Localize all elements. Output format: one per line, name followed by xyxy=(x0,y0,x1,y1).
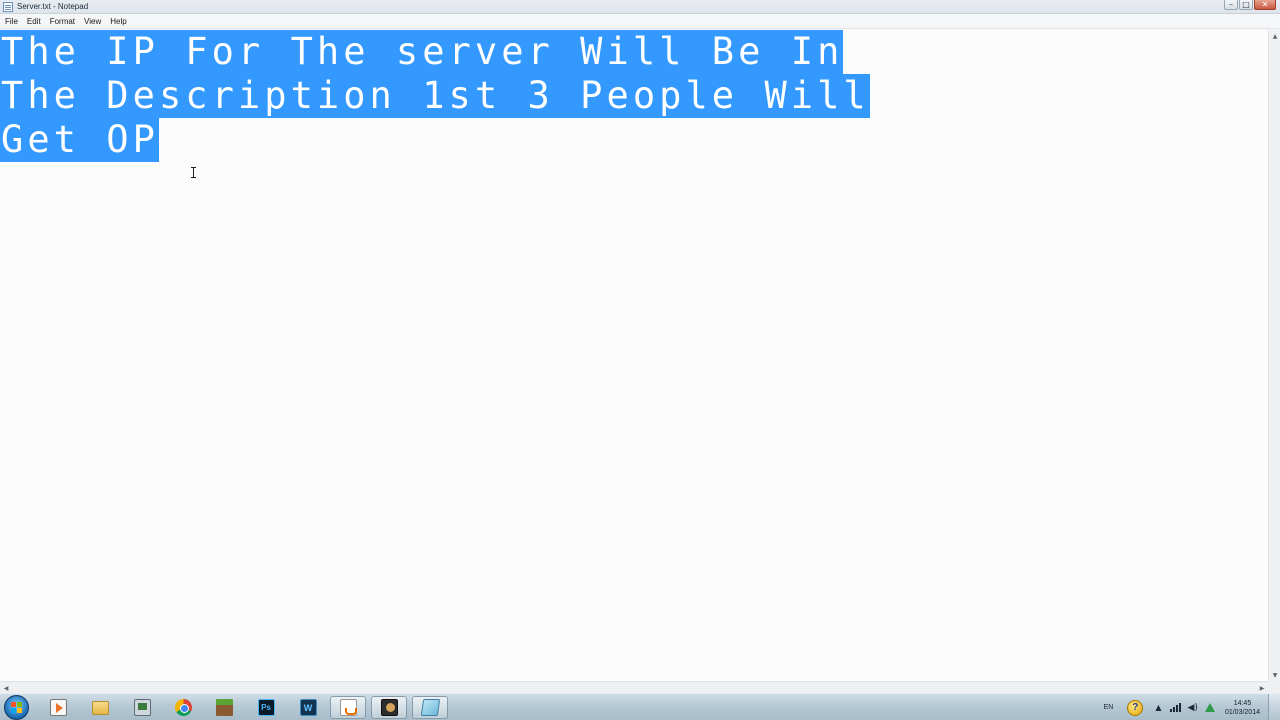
app-icon: W xyxy=(299,699,317,716)
notepad-window-icon[interactable] xyxy=(3,1,13,12)
editor-line-1[interactable]: The IP For The server Will Be In xyxy=(0,30,844,74)
taskbar-photoshop[interactable]: Ps xyxy=(248,696,284,719)
menu-format[interactable]: Format xyxy=(47,14,78,29)
dark-app-icon xyxy=(380,699,398,716)
title-bar[interactable]: Server.txt - Notepad – □ ✕ xyxy=(0,0,1280,14)
clock-date: 01/03/2014 xyxy=(1224,708,1260,716)
network-signal-icon[interactable] xyxy=(1169,703,1181,712)
menu-bar: File Edit Format View Help xyxy=(0,14,1280,29)
help-icon[interactable]: ? xyxy=(1127,699,1144,716)
system-tray: EN ? ▲ ◀) 14:45 01/03/2014 xyxy=(1104,694,1280,720)
scrollbar-corner xyxy=(1268,681,1280,693)
show-hidden-icons-chevron-icon[interactable]: ▲ xyxy=(1155,703,1161,712)
taskbar-minecraft[interactable] xyxy=(206,696,242,719)
horizontal-scrollbar[interactable]: ◀ ▶ xyxy=(0,681,1268,693)
menu-file[interactable]: File xyxy=(2,14,21,29)
maximize-button[interactable]: □ xyxy=(1239,0,1253,10)
notepad-icon xyxy=(420,699,440,716)
chrome-icon xyxy=(174,699,192,716)
editor-line-3[interactable]: Get OP xyxy=(0,118,159,162)
scroll-down-arrow-icon[interactable]: ▼ xyxy=(1269,669,1280,681)
taskbar-dark-app[interactable] xyxy=(371,696,407,719)
scroll-up-arrow-icon[interactable]: ▲ xyxy=(1269,30,1280,42)
taskbar-chrome[interactable] xyxy=(165,696,201,719)
google-drive-icon[interactable] xyxy=(1204,703,1215,712)
text-cursor-icon xyxy=(191,167,196,178)
menu-view[interactable]: View xyxy=(81,14,104,29)
show-desktop-button[interactable] xyxy=(1268,694,1280,720)
task-manager-icon xyxy=(133,699,151,716)
windows-media-player-icon xyxy=(49,699,67,716)
menu-help[interactable]: Help xyxy=(107,14,129,29)
vertical-scrollbar[interactable]: ▲ ▼ xyxy=(1268,30,1280,681)
minimize-button[interactable]: – xyxy=(1224,0,1238,10)
close-button[interactable]: ✕ xyxy=(1254,0,1276,10)
taskbar-notepad[interactable] xyxy=(412,696,448,719)
taskbar-java[interactable] xyxy=(330,696,366,719)
file-explorer-icon xyxy=(91,700,109,715)
java-icon xyxy=(339,699,357,716)
menu-edit[interactable]: Edit xyxy=(24,14,44,29)
clock[interactable]: 14:45 01/03/2014 xyxy=(1225,699,1260,717)
taskbar-file-explorer[interactable] xyxy=(82,696,118,719)
taskbar-windows-media-player[interactable] xyxy=(40,696,76,719)
start-button[interactable] xyxy=(4,695,29,720)
minecraft-icon xyxy=(215,699,233,716)
taskbar-task-manager[interactable] xyxy=(124,696,160,719)
text-editor-area[interactable]: The IP For The server Will Be In The Des… xyxy=(0,30,1268,681)
clock-time: 14:45 xyxy=(1233,699,1252,707)
taskbar: Ps W EN ? ▲ ◀) 14:45 01/03/2014 xyxy=(0,693,1280,720)
editor-line-2[interactable]: The Description 1st 3 People Will xyxy=(0,74,870,118)
photoshop-icon: Ps xyxy=(257,699,275,716)
window-title: Server.txt - Notepad xyxy=(17,2,89,11)
window-controls: – □ ✕ xyxy=(1224,0,1276,10)
volume-icon[interactable]: ◀) xyxy=(1188,703,1198,713)
language-indicator[interactable]: EN xyxy=(1104,704,1114,711)
windows-logo-icon xyxy=(11,702,22,713)
taskbar-app[interactable]: W xyxy=(290,696,326,719)
